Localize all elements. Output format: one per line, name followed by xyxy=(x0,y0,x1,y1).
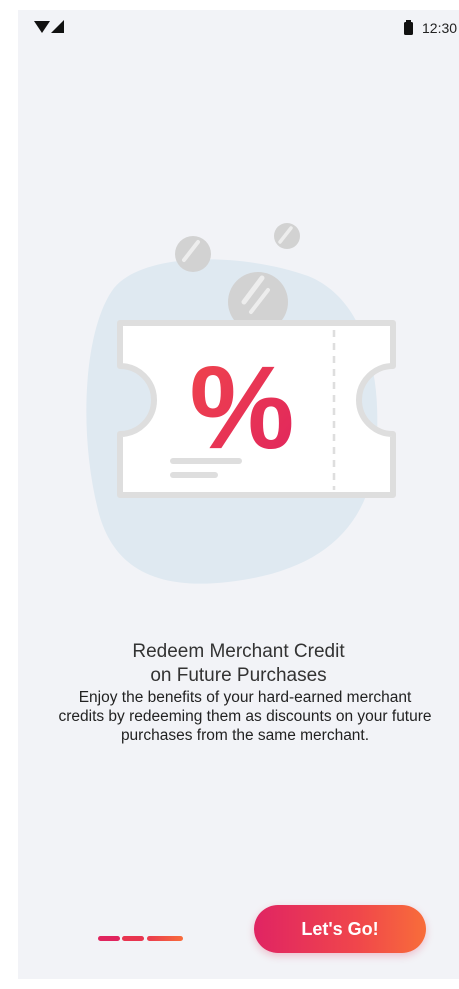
percent-symbol: % xyxy=(190,342,295,474)
page-indicator xyxy=(98,936,188,942)
wifi-icon xyxy=(34,21,50,33)
battery-icon xyxy=(404,20,413,35)
page-description: Enjoy the benefits of your hard-earned m… xyxy=(58,689,432,744)
page-indicator-dot-3-active[interactable] xyxy=(147,936,183,941)
title-line-1: Redeem Merchant Credit xyxy=(132,641,345,662)
page-indicator-dot-1[interactable] xyxy=(98,936,120,941)
coupon-illustration: % xyxy=(18,210,459,590)
discount-coupon-icon: % xyxy=(86,223,396,584)
status-bar: 12:30 xyxy=(18,10,459,50)
title-line-2: on Future Purchases xyxy=(150,665,327,686)
onboarding-screen: 12:30 % Redeem Merchant Credit on Future… xyxy=(18,10,459,979)
lets-go-button[interactable]: Let's Go! xyxy=(254,905,426,953)
page-indicator-dot-2[interactable] xyxy=(122,936,144,941)
page-title: Redeem Merchant Credit on Future Purchas… xyxy=(18,640,459,688)
bubble-small xyxy=(274,223,300,249)
bubble-medium xyxy=(175,236,211,272)
signal-icon xyxy=(51,20,64,33)
status-time: 12:30 xyxy=(422,20,458,36)
